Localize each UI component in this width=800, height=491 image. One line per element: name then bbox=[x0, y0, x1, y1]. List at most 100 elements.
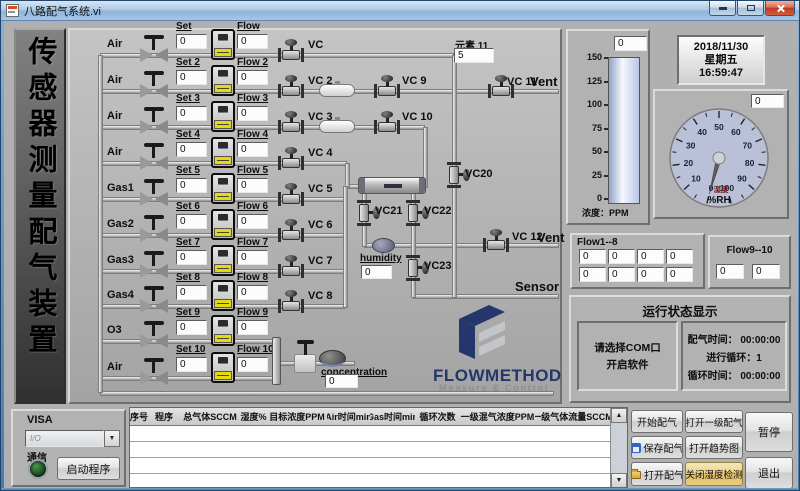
vc-valve-icon[interactable] bbox=[277, 75, 307, 99]
tank-tick-label: 50 bbox=[572, 146, 602, 156]
set-input[interactable]: 0 bbox=[176, 214, 207, 229]
visa-combo[interactable]: I/O bbox=[25, 430, 104, 447]
maximize-button[interactable] bbox=[737, 1, 764, 16]
table-cell[interactable] bbox=[240, 426, 268, 442]
start-program-button[interactable]: 启动程序 bbox=[57, 457, 120, 480]
set-input[interactable]: 0 bbox=[176, 357, 207, 372]
mfc-label-band bbox=[214, 156, 232, 165]
tank-caption: 浓度：PPM bbox=[582, 206, 629, 219]
set-input[interactable]: 0 bbox=[176, 320, 207, 335]
set-input[interactable]: 0 bbox=[176, 34, 207, 49]
vc-valve-icon[interactable] bbox=[373, 75, 403, 99]
set-input[interactable]: 0 bbox=[176, 106, 207, 121]
table-cell[interactable] bbox=[370, 426, 416, 442]
svg-text:80: 80 bbox=[745, 158, 755, 168]
pause-button[interactable]: 暂停 bbox=[745, 412, 793, 452]
tank-tick-label: 150 bbox=[572, 52, 602, 62]
save-mixing-button[interactable]: 保存配气 bbox=[631, 436, 683, 459]
table-header-cell: Air时间min bbox=[327, 408, 371, 426]
table-cell[interactable] bbox=[180, 426, 241, 442]
vc-valve-icon[interactable] bbox=[373, 111, 403, 135]
status-message-line1: 请选择COM口 bbox=[594, 340, 661, 355]
vc-valve-icon[interactable] bbox=[277, 290, 307, 314]
vc-valve-icon[interactable] bbox=[277, 219, 307, 243]
mixer-component bbox=[358, 177, 426, 194]
table-cell[interactable] bbox=[180, 458, 241, 474]
table-cell[interactable] bbox=[535, 426, 611, 442]
table-cell[interactable] bbox=[130, 426, 149, 442]
vc-valve-icon[interactable] bbox=[277, 255, 307, 279]
set-label: Set 9 bbox=[176, 307, 200, 318]
table-cell[interactable] bbox=[460, 426, 536, 442]
exit-button[interactable]: 退出 bbox=[745, 457, 793, 489]
vc12-valve-icon[interactable] bbox=[482, 229, 512, 253]
titlebar[interactable]: 八路配气系统.vi bbox=[1, 1, 800, 21]
set-input[interactable]: 0 bbox=[176, 250, 207, 265]
valve-tri-left bbox=[140, 48, 153, 62]
close-humidity-button[interactable]: 关闭湿度检测 bbox=[685, 462, 743, 486]
table-cell[interactable] bbox=[415, 426, 461, 442]
table-cell[interactable] bbox=[267, 458, 328, 474]
table-cell[interactable] bbox=[415, 442, 461, 458]
table-cell[interactable] bbox=[370, 474, 416, 488]
table-scrollbar[interactable]: ▲▼ bbox=[610, 408, 627, 488]
table-cell[interactable] bbox=[240, 474, 268, 488]
date-text: 2018/11/30 bbox=[694, 41, 748, 53]
table-cell[interactable] bbox=[180, 474, 241, 488]
start-mixing-button[interactable]: 开始配气 bbox=[631, 410, 683, 433]
table-cell[interactable] bbox=[327, 442, 371, 458]
table-cell[interactable] bbox=[130, 442, 149, 458]
vc-valve-icon[interactable] bbox=[277, 147, 307, 171]
minimize-button[interactable] bbox=[709, 1, 736, 16]
vc-valve-icon[interactable] bbox=[277, 111, 307, 135]
table-cell[interactable] bbox=[535, 458, 611, 474]
set-input[interactable]: 0 bbox=[176, 142, 207, 157]
element11-input[interactable]: 5 bbox=[454, 48, 494, 63]
table-cell[interactable] bbox=[148, 474, 181, 488]
table-cell[interactable] bbox=[148, 426, 181, 442]
flange bbox=[406, 255, 420, 258]
table-cell[interactable] bbox=[460, 458, 536, 474]
svg-text:10: 10 bbox=[691, 174, 701, 184]
actuator-head bbox=[490, 229, 502, 236]
table-cell[interactable] bbox=[180, 442, 241, 458]
scroll-up-icon[interactable]: ▲ bbox=[611, 408, 627, 423]
table-cell[interactable] bbox=[327, 474, 371, 488]
program-table[interactable]: 序号程序总气体SCCM湿度%目标浓度PPMAir时间minGas时间min循环次… bbox=[129, 407, 628, 488]
close-button[interactable] bbox=[765, 1, 795, 16]
set-input[interactable]: 0 bbox=[176, 285, 207, 300]
table-cell[interactable] bbox=[415, 474, 461, 488]
table-cell[interactable] bbox=[130, 458, 149, 474]
vc-valve-icon[interactable] bbox=[277, 183, 307, 207]
open-trend-button[interactable]: 打开趋势图 bbox=[685, 436, 743, 459]
vc-valve-icon[interactable] bbox=[277, 39, 307, 63]
mfc-display bbox=[218, 285, 228, 292]
table-cell[interactable] bbox=[240, 458, 268, 474]
set-input[interactable]: 0 bbox=[176, 178, 207, 193]
table-cell[interactable] bbox=[327, 458, 371, 474]
vent-label: Vent bbox=[530, 74, 557, 89]
table-cell[interactable] bbox=[240, 442, 268, 458]
table-cell[interactable] bbox=[267, 442, 328, 458]
valve-tri-right bbox=[155, 120, 168, 134]
table-cell[interactable] bbox=[460, 474, 536, 488]
table-cell[interactable] bbox=[370, 442, 416, 458]
table-cell[interactable] bbox=[415, 458, 461, 474]
visa-dropdown-icon[interactable]: ▼ bbox=[104, 430, 120, 447]
vent-label: Vent bbox=[537, 230, 564, 245]
table-cell[interactable] bbox=[460, 442, 536, 458]
table-cell[interactable] bbox=[267, 426, 328, 442]
table-cell[interactable] bbox=[327, 426, 371, 442]
open-primary-mixing-button[interactable]: 打开一级配气 bbox=[685, 410, 743, 433]
open-mixing-button[interactable]: 打开配气 bbox=[631, 462, 683, 486]
table-cell[interactable] bbox=[267, 474, 328, 488]
table-cell[interactable] bbox=[535, 474, 611, 488]
scroll-down-icon[interactable]: ▼ bbox=[611, 473, 627, 488]
valve-handle bbox=[144, 358, 164, 362]
table-cell[interactable] bbox=[370, 458, 416, 474]
table-cell[interactable] bbox=[535, 442, 611, 458]
table-cell[interactable] bbox=[148, 458, 181, 474]
table-cell[interactable] bbox=[130, 474, 149, 488]
table-cell[interactable] bbox=[148, 442, 181, 458]
set-input[interactable]: 0 bbox=[176, 70, 207, 85]
